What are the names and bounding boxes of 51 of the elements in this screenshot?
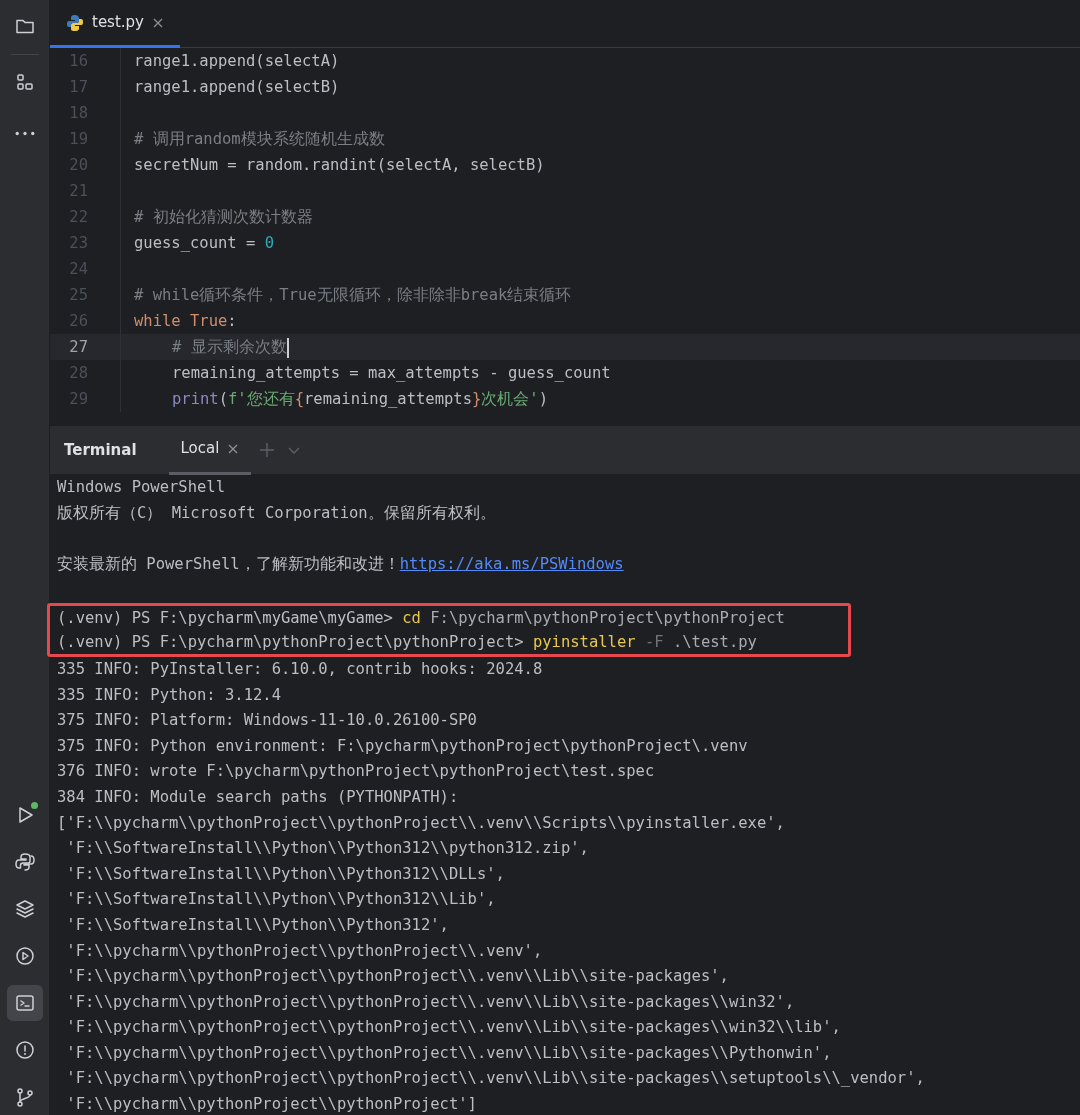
terminal-line: 'F:\\SoftwareInstall\\Python\\Python312\\DLLs', <box>65 863 506 885</box>
command-line: (.venv) PS F:\pycharm\pythonProject\pythonProject> pyinstaller -F .\test.py <box>56 631 758 653</box>
code-line: # 初始化猜测次数计数器 <box>134 208 313 226</box>
tool-window-button[interactable] <box>6 985 43 1021</box>
terminal-line: 版权所有（C） Microsoft Corporation。保留所有权利。 <box>56 502 497 524</box>
code-line: range1.append(selectA) <box>134 52 340 70</box>
terminal-line: 'F:\\SoftwareInstall\\Python\\Python312', <box>65 914 450 936</box>
services-icon <box>13 945 36 967</box>
plus-icon <box>259 442 276 458</box>
terminal-line: 335 INFO: Python: 3.12.4 <box>56 684 282 706</box>
terminal-line: 375 INFO: Python environment: F:\pycharm\pythonProject\pythonProject\.venv <box>56 735 749 757</box>
terminal-icon <box>13 992 36 1014</box>
more-icon <box>14 130 35 136</box>
terminal-line: 'F:\\SoftwareInstall\\Python\\Python312\\Lib', <box>65 889 497 911</box>
terminal-line: ['F:\\pycharm\\pythonProject\\pythonProject\\.venv\\Scripts\\pyinstaller.exe', <box>56 812 786 834</box>
terminal-line: Windows PowerShell <box>56 477 226 498</box>
terminal-tab[interactable]: Local <box>168 425 252 475</box>
python-icon <box>13 851 36 873</box>
close-icon[interactable] <box>152 16 164 29</box>
terminal-line: 384 INFO: Module search paths (PYTHONPATH): <box>56 786 460 808</box>
terminal-line: 'F:\\pycharm\\pythonProject\\pythonProject\\.venv\\Lib\\site-packages\\setuptools\\_vendor', <box>65 1068 926 1090</box>
code-line: # while循环条件，True无限循环，除非除非break结束循环 <box>134 286 572 304</box>
link[interactable]: https://aka.ms/PSWindows <box>399 554 624 573</box>
terminal-line: 'F:\\pycharm\\pythonProject\\pythonProject\\.venv\\Lib\\site-packages', <box>65 966 730 988</box>
terminal-line: 'F:\\pycharm\\pythonProject\\pythonProject\\.venv\\Lib\\site-packages\\win32', <box>65 991 796 1013</box>
panel-title: Terminal <box>64 439 137 461</box>
code-line: print(f'您还有{remaining_attempts}次机会') <box>172 390 549 408</box>
terminal-line: 'F:\\pycharm\\pythonProject\\pythonProject\\.venv\\Lib\\site-packages\\Pythonwin', <box>65 1042 833 1064</box>
python-file-icon <box>66 13 84 32</box>
warning-icon <box>13 1039 36 1061</box>
code-line: guess_count = 0 <box>134 234 274 252</box>
line-number: 27 <box>68 337 89 358</box>
code-line: # 调用random模块系统随机生成数 <box>134 130 385 148</box>
terminal-line: 376 INFO: wrote F:\pycharm\pythonProject\pythonProject\test.spec <box>56 761 656 783</box>
close-icon[interactable] <box>227 442 240 455</box>
terminal-line: 'F:\\pycharm\\pythonProject\\pythonProject\\.venv\\Lib\\site-packages\\win32\\lib', <box>65 1017 842 1039</box>
code-line: secretNum = random.randint(selectA, selectB) <box>134 156 545 174</box>
file-tab[interactable]: test.py <box>50 0 180 48</box>
code-line: # 显示剩余次数 <box>172 338 287 356</box>
code-line: range1.append(selectB) <box>134 78 340 96</box>
terminal-line: 'F:\\pycharm\\pythonProject\\pythonProject\\.venv', <box>65 940 544 962</box>
layers-icon <box>13 898 36 920</box>
terminal-line: 335 INFO: PyInstaller: 6.10.0, contrib hooks: 2024.8 <box>56 658 544 680</box>
terminal-line: 安装最新的 PowerShell，了解新功能和改进！https://aka.ms/PSWindows <box>56 553 625 575</box>
terminal-line: 'F:\\SoftwareInstall\\Python\\Python312\\python312.zip', <box>65 838 590 860</box>
terminal-line: 'F:\\pycharm\\pythonProject\\pythonProject'] <box>65 1094 478 1115</box>
code-line: while True: <box>134 312 237 330</box>
text-cursor <box>286 337 289 358</box>
command-line: (.venv) PS F:\pycharm\myGame\myGame> cd F:\pycharm\pythonProject\pythonProject <box>56 607 786 629</box>
code-line: remaining_attempts = max_attempts - guess_count <box>172 364 611 382</box>
terminal-line: 375 INFO: Platform: Windows-11-10.0.26100-SP0 <box>56 710 478 732</box>
